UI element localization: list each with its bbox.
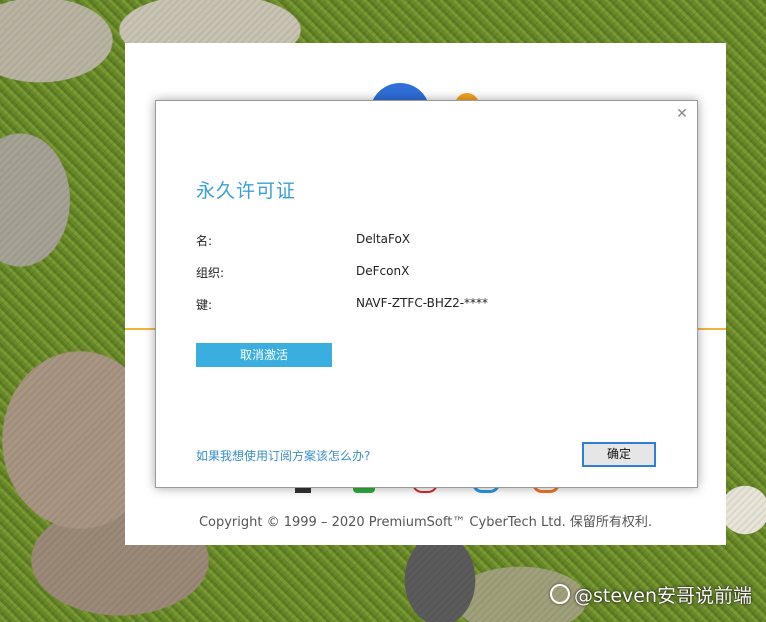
copyright-text: Copyright © 1999 – 2020 PremiumSoft™ Cyb… [198,515,653,530]
organization-label: 组织: [196,266,225,280]
close-icon[interactable]: ✕ [675,107,689,121]
organization-value: DeFconX [356,264,410,278]
subscription-link[interactable]: 如果我想使用订阅方案该怎么办? [196,447,370,464]
dialog-title: 永久许可证 [196,180,297,202]
key-value: NAVF-ZTFC-BHZ2-**** [356,296,489,310]
name-label: 名: [196,234,213,248]
key-label: 键: [196,298,213,312]
license-dialog: ✕ 永久许可证 名: DeltaFoX 组织: DeFconX 键: NAVF-… [155,100,698,488]
watermark-text: @steven安哥说前端 [573,585,752,607]
watermark: @steven安哥说前端 [549,581,752,608]
name-value: DeltaFoX [356,232,411,246]
watermark-icon [549,584,570,604]
ok-button[interactable]: 确定 [582,442,656,467]
deactivate-button[interactable]: 取消激活 [196,343,332,367]
